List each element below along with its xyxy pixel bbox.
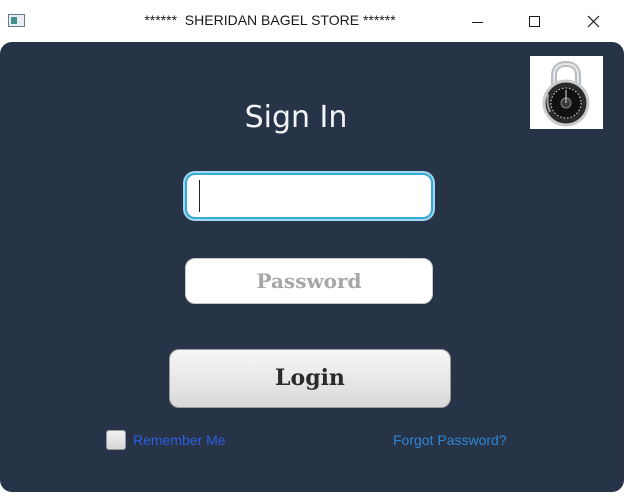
username-field[interactable] bbox=[185, 173, 433, 219]
minimize-icon bbox=[472, 22, 483, 23]
title-bar[interactable]: ****** SHERIDAN BAGEL STORE ****** bbox=[0, 0, 628, 42]
remember-me-checkbox[interactable] bbox=[106, 430, 126, 450]
close-button[interactable] bbox=[570, 0, 616, 42]
login-panel: Sign In Login Remember Me Forgot Passwor… bbox=[0, 42, 624, 492]
sign-in-heading: Sign In bbox=[244, 100, 348, 135]
remember-me-option[interactable]: Remember Me bbox=[106, 429, 226, 451]
password-field[interactable] bbox=[185, 258, 433, 304]
login-button[interactable]: Login bbox=[169, 349, 451, 408]
maximize-icon bbox=[529, 16, 540, 27]
maximize-button[interactable] bbox=[512, 0, 558, 42]
close-icon bbox=[587, 15, 600, 28]
app-window: ****** SHERIDAN BAGEL STORE ****** Sign … bbox=[0, 0, 628, 496]
forgot-password-link[interactable]: Forgot Password? bbox=[393, 432, 507, 448]
remember-me-label[interactable]: Remember Me bbox=[133, 432, 226, 448]
minimize-button[interactable] bbox=[454, 0, 500, 42]
